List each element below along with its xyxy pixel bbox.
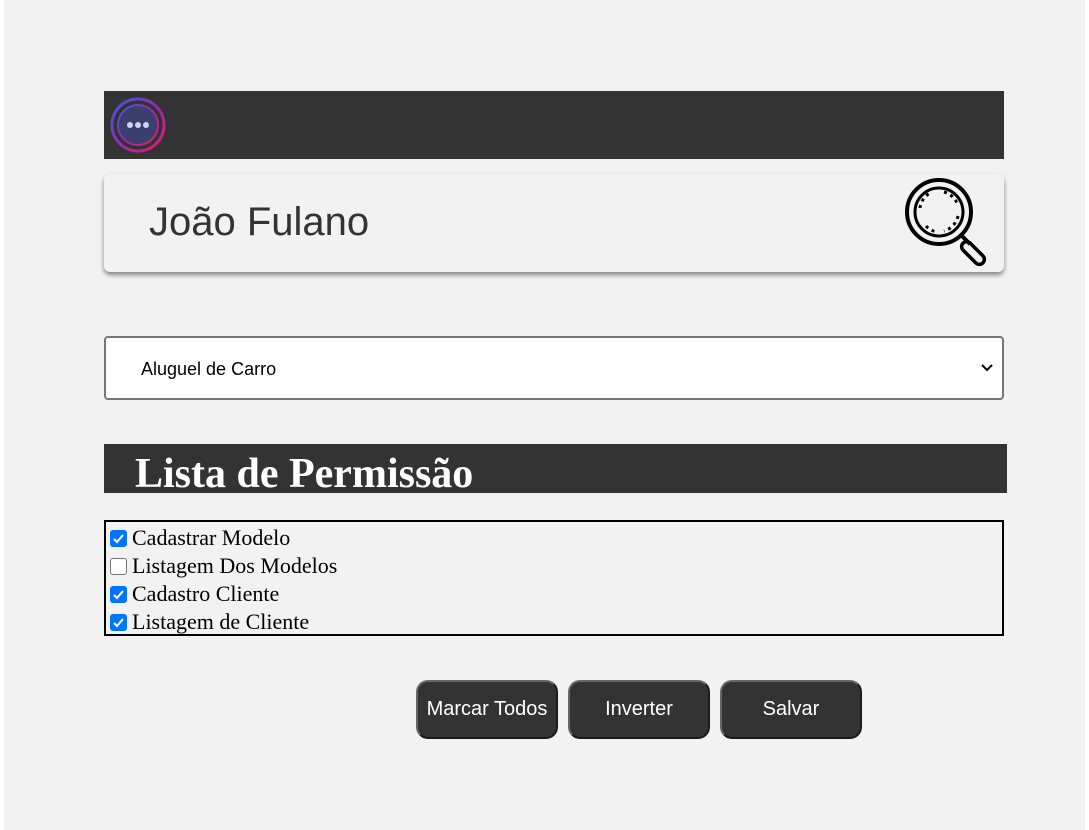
checkbox-checked[interactable] bbox=[110, 585, 127, 603]
permission-label: Listagem Dos Modelos bbox=[132, 553, 338, 578]
chat-dots-icon[interactable] bbox=[110, 97, 166, 153]
permission-item-listagem-de-cliente[interactable]: Listagem de Cliente bbox=[110, 608, 309, 636]
top-bar bbox=[104, 91, 1004, 159]
permission-label: Listagem de Cliente bbox=[132, 609, 310, 634]
permission-list-header: Lista de Permissão bbox=[104, 444, 1007, 493]
permission-list: Cadastrar Modelo Listagem Dos Modelos Ca… bbox=[104, 520, 1004, 636]
checkbox-checked[interactable] bbox=[110, 613, 127, 631]
permission-list-title: Lista de Permissão bbox=[135, 451, 474, 493]
service-select[interactable]: Aluguel de Carro bbox=[104, 336, 1004, 400]
invert-button[interactable]: Inverter bbox=[568, 680, 710, 739]
checkbox-unchecked[interactable] bbox=[110, 557, 127, 575]
checkbox-checked[interactable] bbox=[110, 529, 127, 547]
permission-item-cadastrar-modelo[interactable]: Cadastrar Modelo bbox=[110, 524, 290, 552]
permission-label: Cadastrar Modelo bbox=[132, 525, 291, 550]
magnifier-icon[interactable] bbox=[904, 176, 1000, 270]
page: João Fulano Aluguel de Carro Lista de Pe… bbox=[4, 0, 1085, 830]
select-value: Aluguel de Carro bbox=[141, 359, 277, 379]
mark-all-button[interactable]: Marcar Todos bbox=[416, 680, 558, 739]
permission-item-cadastro-cliente[interactable]: Cadastro Cliente bbox=[110, 580, 279, 608]
permission-label: Cadastro Cliente bbox=[132, 581, 280, 606]
search-value[interactable]: João Fulano bbox=[149, 198, 369, 246]
save-button[interactable]: Salvar bbox=[720, 680, 862, 739]
chevron-down-icon bbox=[981, 364, 993, 372]
permission-item-listagem-dos-modelos[interactable]: Listagem Dos Modelos bbox=[110, 552, 337, 580]
search-card: João Fulano bbox=[104, 174, 1004, 272]
